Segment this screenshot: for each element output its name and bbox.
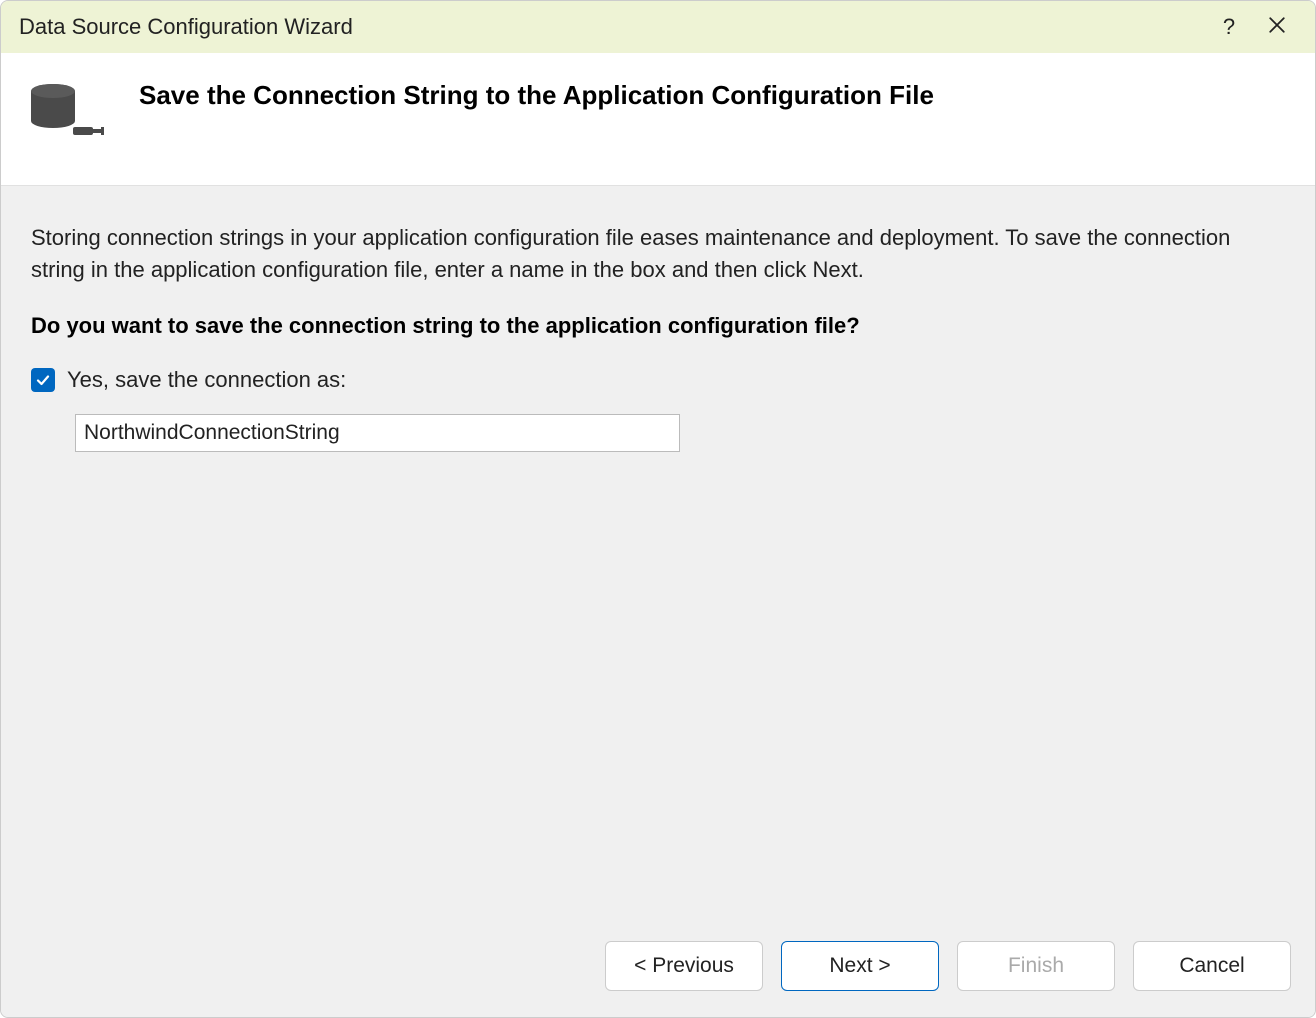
finish-button: Finish [957,941,1115,991]
connection-name-input[interactable] [75,414,680,452]
save-checkbox-label: Yes, save the connection as: [67,364,346,396]
wizard-header: Save the Connection String to the Applic… [1,53,1315,186]
step-title: Save the Connection String to the Applic… [139,79,934,113]
titlebar: Data Source Configuration Wizard ? [1,1,1315,53]
help-icon: ? [1223,14,1235,40]
cancel-button[interactable]: Cancel [1133,941,1291,991]
previous-button[interactable]: < Previous [605,941,763,991]
close-button[interactable] [1253,3,1301,51]
checkmark-icon [35,372,51,388]
save-connection-checkbox[interactable] [31,368,55,392]
content-area: Storing connection strings in your appli… [1,186,1315,921]
wizard-footer: < Previous Next > Finish Cancel [1,921,1315,1017]
close-icon [1268,14,1286,40]
help-button[interactable]: ? [1205,3,1253,51]
save-checkbox-row: Yes, save the connection as: [31,364,1285,396]
wizard-window: Data Source Configuration Wizard ? Save … [0,0,1316,1018]
question-text: Do you want to save the connection strin… [31,310,1285,342]
next-button[interactable]: Next > [781,941,939,991]
window-title: Data Source Configuration Wizard [19,14,1205,40]
connection-name-row [31,414,1285,452]
database-connection-icon [25,81,107,145]
description-text: Storing connection strings in your appli… [31,222,1285,286]
